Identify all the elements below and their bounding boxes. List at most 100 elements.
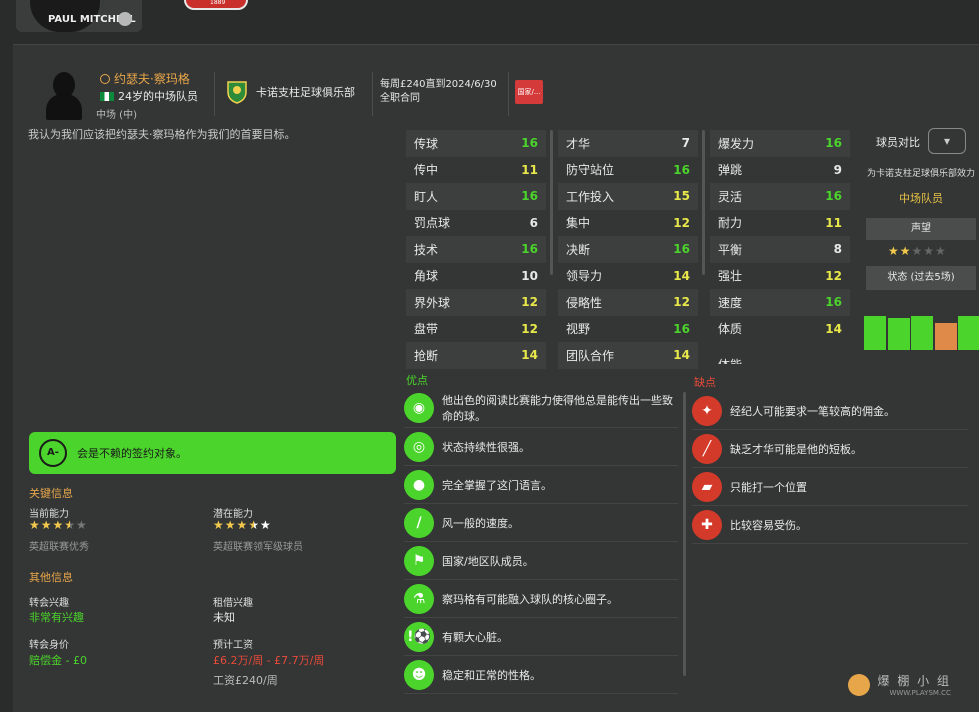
attribute-row[interactable]: 爆发力 16 [710, 130, 850, 157]
transfer-value-label: 转会身价 [29, 640, 69, 651]
watermark: 爆 棚 小 组 WWW.PLAYSM.CC [848, 672, 951, 697]
attribute-value: 16 [673, 242, 690, 257]
attribute-name: 才华 [566, 136, 591, 151]
attribute-row[interactable]: 界外球 12 [406, 289, 546, 316]
attribute-row[interactable]: 抢断 14 [406, 342, 546, 369]
form-bar [911, 315, 933, 350]
attr-scrollbar-1[interactable] [550, 130, 553, 275]
attribute-name: 罚点球 [414, 216, 451, 231]
trait-icon: ✦ [692, 395, 722, 426]
trait-text: 国家/地区队成员。 [442, 554, 534, 568]
attribute-row[interactable]: 体质 14 [710, 316, 850, 343]
trait-icon: ⚑ [404, 545, 434, 576]
trait-icon: ◎ [404, 431, 434, 462]
strength-item: ⚑ 国家/地区队成员。 [404, 542, 678, 580]
attribute-value: 11 [521, 162, 538, 177]
attribute-name: 工作投入 [566, 189, 615, 204]
attribute-name: 强壮 [718, 269, 743, 284]
attribute-value: 16 [521, 136, 538, 151]
strength-item: ⚗ 察玛格有可能融入球队的核心圈子。 [404, 580, 678, 618]
manager-badge-icon [118, 12, 132, 26]
attribute-value: 16 [673, 321, 690, 336]
attribute-row[interactable]: 平衡 8 [710, 236, 850, 263]
attribute-row[interactable]: 盘带 12 [406, 316, 546, 343]
attr-scrollbar-2[interactable] [702, 130, 705, 275]
loan-interest-label: 租借兴趣 [213, 598, 253, 609]
attribute-value: 6 [529, 215, 538, 230]
strengths-scrollbar[interactable] [683, 392, 686, 676]
top-bar [0, 0, 979, 40]
attribute-row[interactable]: 传球 16 [406, 130, 546, 157]
attribute-name: 技术 [414, 242, 439, 257]
attribute-name: 领导力 [566, 269, 603, 284]
trait-text: 察玛格有可能融入球队的核心圈子。 [442, 592, 618, 606]
trait-text: 经纪人可能要求一笔较高的佣金。 [730, 404, 895, 418]
manager-card[interactable]: PAUL MITCHELL [16, 0, 142, 32]
attribute-row[interactable]: 传中 11 [406, 157, 546, 184]
trait-text: 比较容易受伤。 [730, 518, 807, 532]
attribute-value: 16 [825, 189, 842, 204]
trait-text: 他出色的阅读比赛能力使得他总是能传出一些致命的球。 [442, 393, 673, 423]
attribute-name: 角球 [414, 269, 439, 284]
trait-text: 缺乏才华可能是他的短板。 [730, 442, 862, 456]
attribute-row[interactable]: 才华 7 [558, 130, 698, 157]
trait-icon: / [404, 507, 434, 538]
plays-for-club: 为卡诺支柱足球俱乐部效力 [866, 169, 975, 179]
strength-item: ◉ 他出色的阅读比赛能力使得他总是能传出一些致命的球。 [404, 388, 678, 428]
attribute-name: 弹跳 [718, 163, 743, 178]
attribute-value: 12 [521, 295, 538, 310]
attr-cutoff: 体能 [718, 356, 848, 364]
player-nationality: 24岁的中场队员 [100, 88, 198, 104]
trait-icon: ◉ [404, 392, 434, 423]
contract-info: 每周£240直到2024/6/30 全职合同 [380, 79, 497, 104]
attribute-row[interactable]: 团队合作 14 [558, 342, 698, 369]
player-role: 中场队员 [899, 192, 943, 205]
attribute-row[interactable]: 罚点球 6 [406, 210, 546, 237]
attribute-row[interactable]: 强壮 12 [710, 263, 850, 290]
attribute-name: 界外球 [414, 295, 451, 310]
player-compare-dropdown[interactable]: ▾ [928, 128, 966, 154]
expected-wage-value: £6.2万/周 - £7.7万/周 [213, 654, 325, 667]
attribute-value: 12 [673, 215, 690, 230]
person-icon [100, 74, 110, 84]
attribute-value: 14 [673, 348, 690, 363]
attribute-name: 侵略性 [566, 295, 603, 310]
attribute-row[interactable]: 工作投入 15 [558, 183, 698, 210]
strength-item: / 风一般的速度。 [404, 504, 678, 542]
attribute-row[interactable]: 侵略性 12 [558, 289, 698, 316]
trait-icon: ● [404, 469, 434, 500]
player-name[interactable]: 约瑟夫·察玛格 [100, 70, 190, 87]
attribute-row[interactable]: 弹跳 9 [710, 157, 850, 184]
attribute-value: 12 [521, 321, 538, 336]
trait-text: 状态持续性很强。 [442, 440, 530, 454]
attribute-row[interactable]: 角球 10 [406, 263, 546, 290]
attribute-row[interactable]: 灵活 16 [710, 183, 850, 210]
club-name[interactable]: 卡诺支柱足球俱乐部 [256, 84, 355, 100]
attribute-row[interactable]: 集中 12 [558, 210, 698, 237]
attribute-row[interactable]: 视野 16 [558, 316, 698, 343]
weakness-item: ╱ 缺乏才华可能是他的短板。 [692, 430, 968, 468]
current-ability-desc: 英超联赛优秀 [29, 542, 89, 553]
weaknesses-title: 缺点 [694, 376, 716, 389]
other-info-title: 其他信息 [29, 571, 73, 584]
attribute-row[interactable]: 耐力 11 [710, 210, 850, 237]
weakness-item: ▰ 只能打一个位置 [692, 468, 968, 506]
attribute-value: 10 [521, 268, 538, 283]
attribute-row[interactable]: 领导力 14 [558, 263, 698, 290]
current-ability-stars: ★★★★★ [29, 518, 88, 532]
loan-interest-value: 未知 [213, 611, 235, 624]
attribute-row[interactable]: 速度 16 [710, 289, 850, 316]
player-compare-label: 球员对比 [876, 136, 920, 149]
attribute-row[interactable]: 技术 16 [406, 236, 546, 263]
current-wage: 工资£240/周 [213, 674, 278, 687]
attribute-row[interactable]: 盯人 16 [406, 183, 546, 210]
scout-intro-text: 我认为我们应该把约瑟夫·察玛格作为我们的首要目标。 [28, 128, 296, 141]
strength-item: ◎ 状态持续性很强。 [404, 428, 678, 466]
national-team-badge[interactable]: 国家/... [515, 80, 543, 104]
strengths-list: ◉ 他出色的阅读比赛能力使得他总是能传出一些致命的球。 ◎ 状态持续性很强。 ● 完全掌握… [404, 388, 678, 694]
reputation-stars: ★★★★★ [888, 244, 947, 258]
attribute-value: 12 [673, 295, 690, 310]
attribute-row[interactable]: 防守站位 16 [558, 157, 698, 184]
attribute-row[interactable]: 决断 16 [558, 236, 698, 263]
trait-icon: ☻ [404, 659, 434, 690]
